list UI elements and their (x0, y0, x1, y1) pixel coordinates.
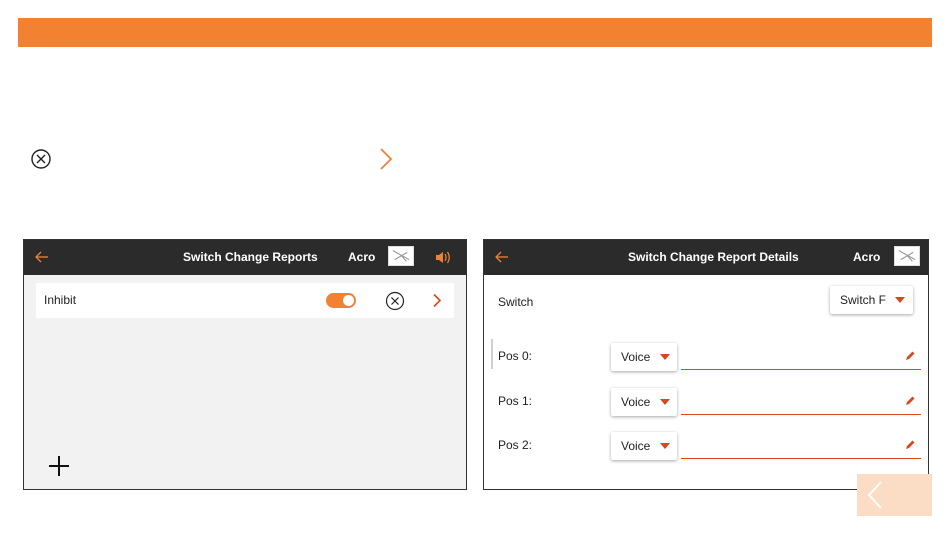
field-underline (681, 414, 921, 415)
speaker-icon[interactable] (435, 250, 453, 265)
position-label: Pos 2: (498, 438, 533, 452)
flight-mode: Acro (853, 250, 881, 264)
chevron-left-icon (867, 481, 882, 509)
screen-title: Switch Change Report Details (628, 250, 799, 264)
inhibit-toggle[interactable] (326, 293, 356, 308)
back-arrow-icon[interactable] (494, 250, 510, 264)
report-type-value: Voice (621, 350, 651, 364)
dropdown-caret-icon (660, 354, 670, 360)
report-text-field[interactable] (684, 438, 894, 456)
model-plane-icon[interactable] (894, 246, 920, 266)
pencil-icon[interactable] (904, 395, 916, 407)
reports-list: Inhibit (24, 275, 466, 489)
screen-title: Switch Change Reports (183, 250, 318, 264)
active-row-marker (491, 339, 493, 369)
plus-icon[interactable] (48, 455, 70, 477)
switch-change-report-details-screen: Switch Change Report Details Acro Switch… (483, 239, 929, 490)
screen-header: Switch Change Report Details Acro (484, 240, 928, 275)
circle-x-icon (31, 149, 51, 169)
model-plane-icon[interactable] (388, 246, 414, 266)
list-item[interactable]: Inhibit (36, 283, 454, 318)
report-type-select[interactable]: Voice (611, 343, 677, 371)
field-underline (681, 458, 921, 459)
report-type-value: Voice (621, 439, 651, 453)
screen-header: Switch Change Reports Acro (24, 240, 466, 275)
switch-change-reports-screen: Switch Change Reports Acro Inhibit (23, 239, 467, 490)
back-arrow-icon[interactable] (34, 250, 50, 264)
report-type-value: Voice (621, 395, 651, 409)
position-label: Pos 0: (498, 349, 533, 363)
report-details: Switch Switch F Pos 0: Voice Pos 1: Voic… (484, 275, 928, 489)
top-banner (18, 18, 932, 47)
pencil-icon[interactable] (904, 350, 916, 362)
position-row: Pos 1: Voice (484, 384, 928, 418)
switch-select-value: Switch F (840, 293, 887, 307)
report-text-field[interactable] (684, 349, 894, 367)
chevron-right-icon[interactable] (432, 293, 442, 308)
report-type-select[interactable]: Voice (611, 432, 677, 460)
pencil-icon[interactable] (904, 439, 916, 451)
position-row: Pos 2: Voice (484, 428, 928, 462)
chevron-right-icon (380, 148, 393, 170)
position-label: Pos 1: (498, 394, 533, 408)
field-underline (681, 369, 921, 370)
position-row: Pos 0: Voice (484, 339, 928, 373)
report-text-field[interactable] (684, 394, 894, 412)
dropdown-caret-icon (660, 399, 670, 405)
previous-page-button[interactable] (857, 474, 932, 516)
dropdown-caret-icon (660, 443, 670, 449)
circle-x-icon[interactable] (385, 291, 405, 311)
report-type-select[interactable]: Voice (611, 388, 677, 416)
switch-select[interactable]: Switch F (830, 286, 913, 314)
inhibit-label: Inhibit (44, 293, 77, 307)
dropdown-caret-icon (895, 297, 905, 303)
switch-label: Switch (498, 295, 534, 309)
toggle-knob (343, 295, 354, 306)
flight-mode: Acro (348, 250, 376, 264)
